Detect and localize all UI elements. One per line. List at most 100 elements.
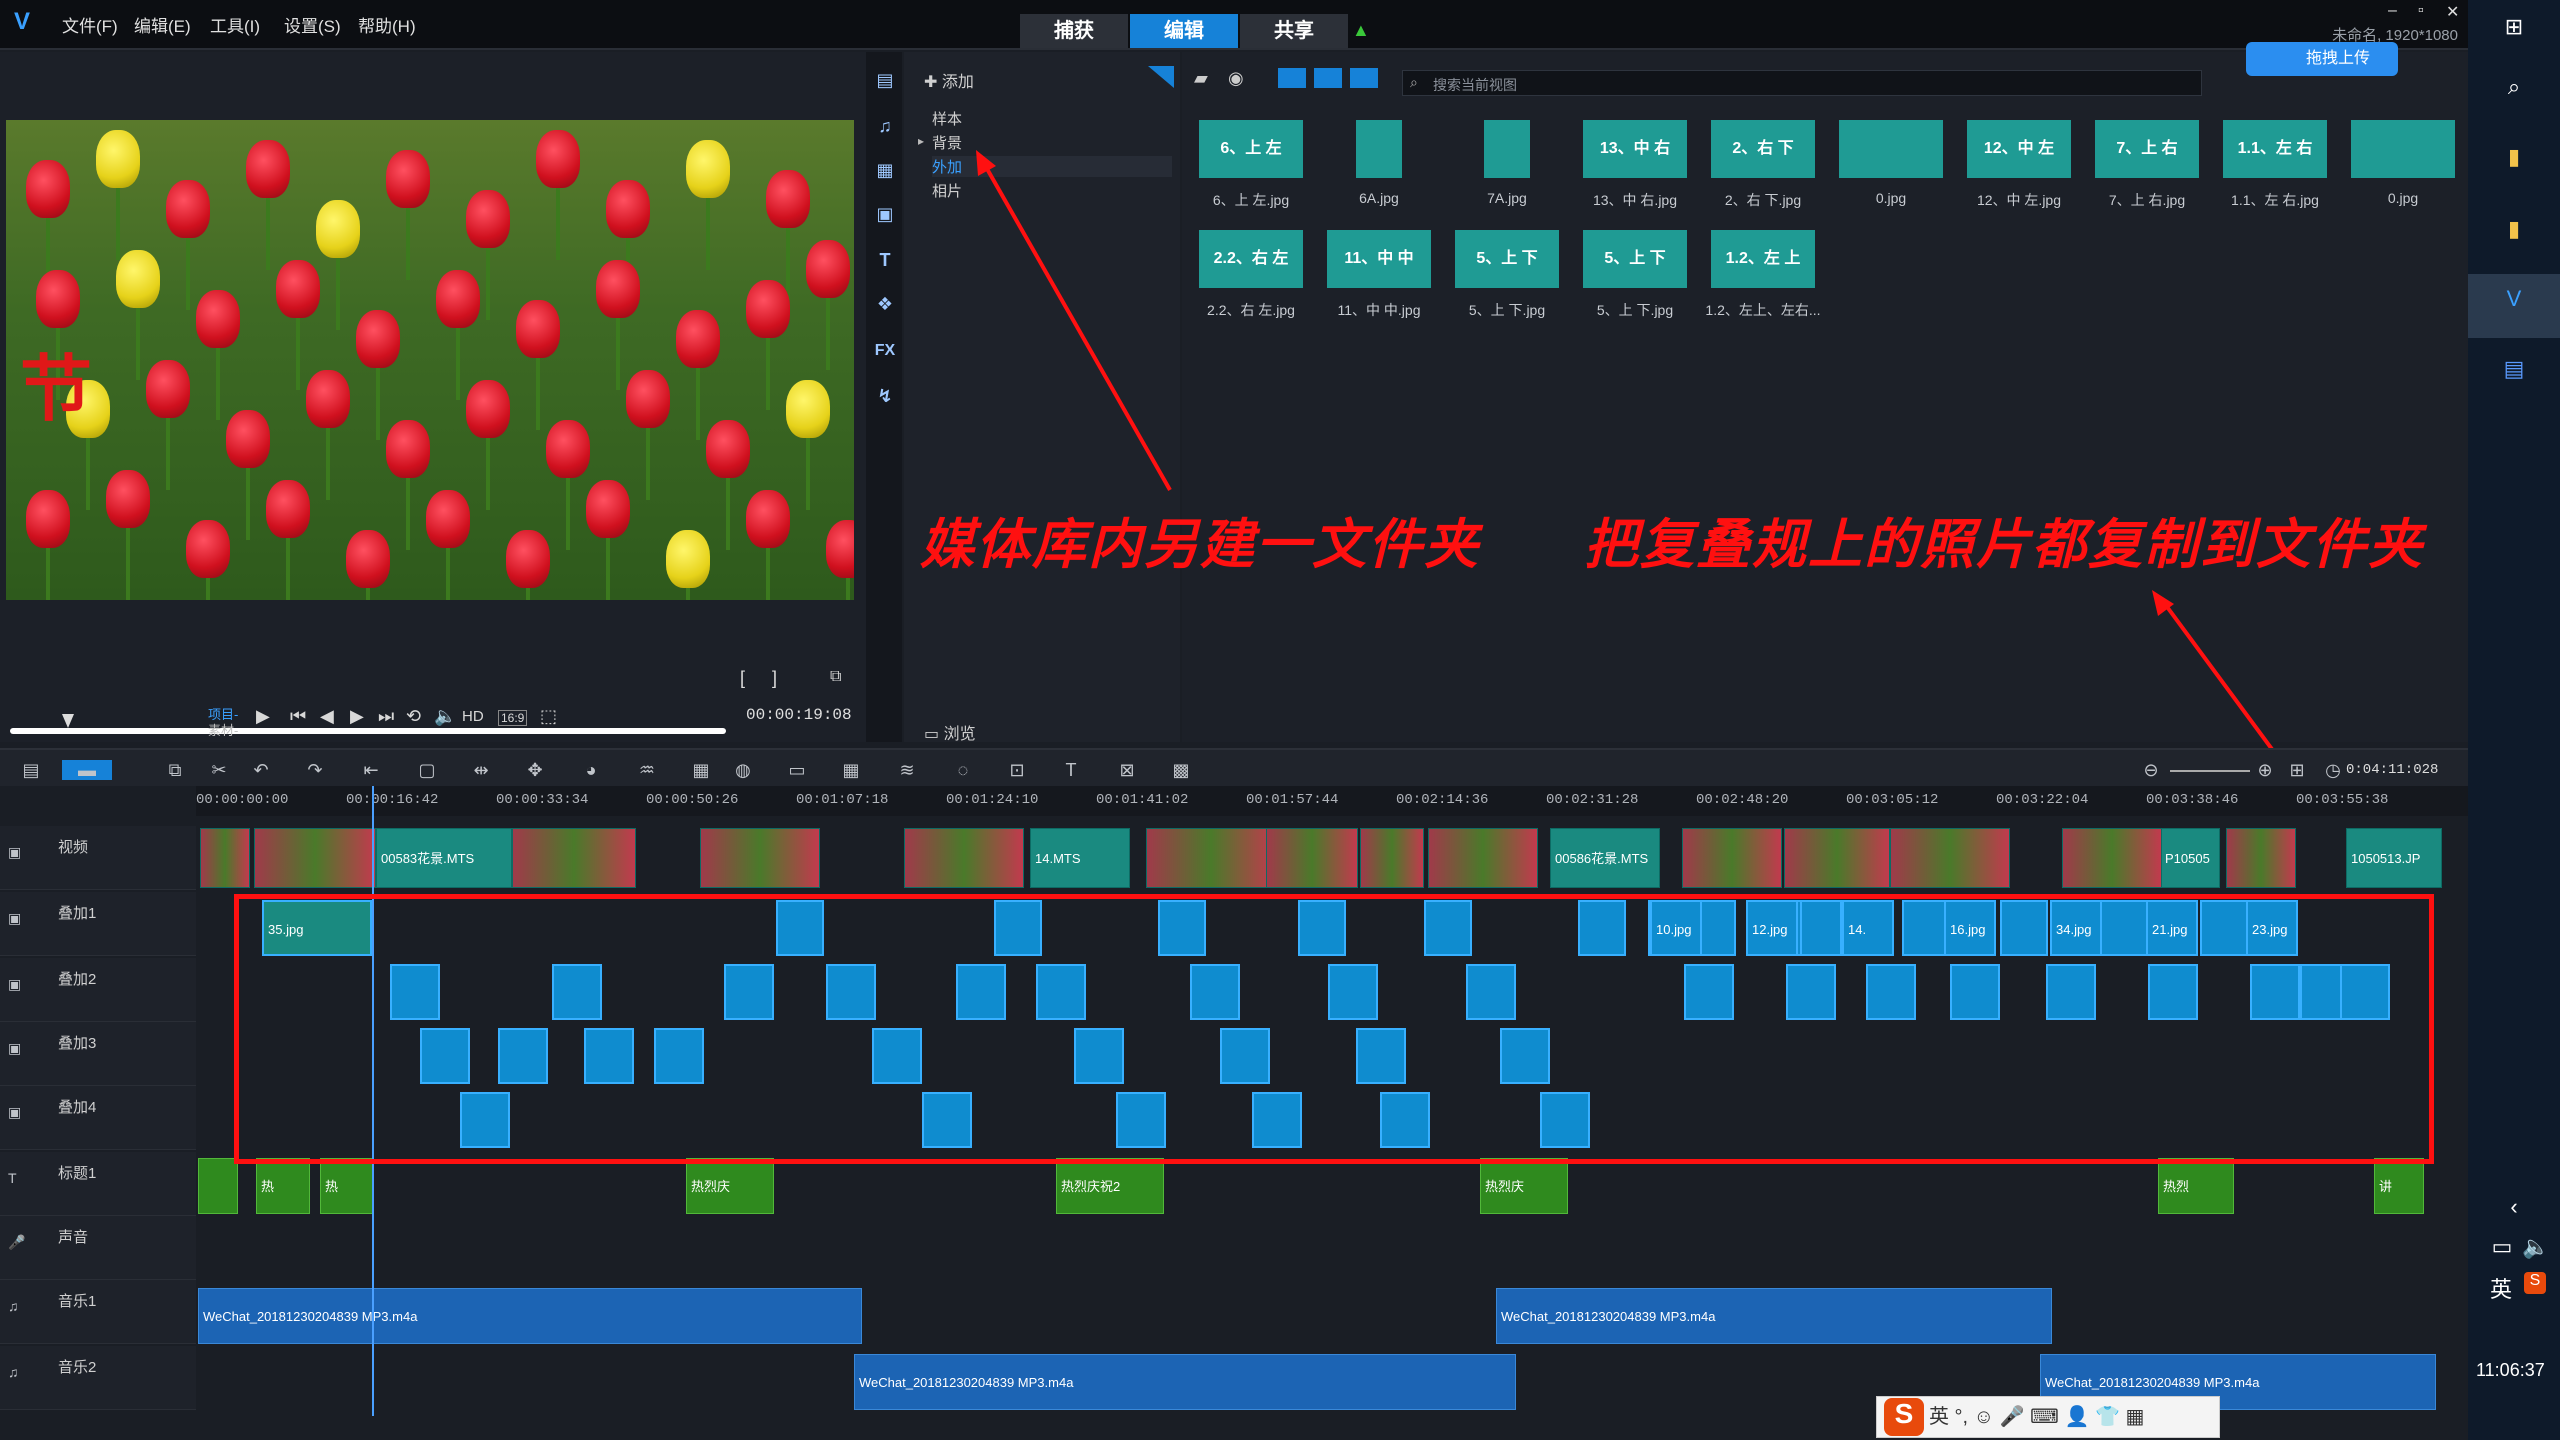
sogou-tray-icon[interactable]: S [2524,1272,2546,1294]
overlay-highlight-box [234,894,2434,1164]
text-effect-icon[interactable]: T [1060,760,1082,780]
audio-clip[interactable]: WeChat_20181230204839 MP3.m4a [198,1288,862,1344]
timeline-toolbar: ▤ ▬ ⧉ ✂ ↶ ↷ ⇤ ▢ ⇹ ✥ ◕ ♒ ▦ ◍ ▭ ▦ ≋ ◌ ⊡ T … [0,748,2468,786]
track-header-music2: ♫ 音乐2 [0,1346,196,1410]
motion-icon[interactable]: ✥ [524,760,546,780]
split-screen-icon[interactable]: ▦ [840,760,862,780]
storyboard-view-icon[interactable]: ▤ [20,760,42,780]
smart-package-icon[interactable]: ▩ [1170,760,1192,780]
video-editor-app-icon[interactable]: V [2498,286,2530,318]
video-thumbnail-clip[interactable] [2062,828,2162,888]
video-thumbnail-clip[interactable] [1266,828,1358,888]
title-clip[interactable] [198,1158,238,1214]
ruler-tick: 00:02:31:28 [1546,792,1639,808]
screen-record-icon[interactable]: ⊠ [1116,760,1138,780]
windows-start-icon[interactable]: ⊞ [2498,14,2530,46]
ruler-tick: 00:01:41:02 [1096,792,1189,808]
ruler-tick: 00:01:24:10 [946,792,1039,808]
title-clip[interactable]: 热烈庆祝2 [1056,1158,1164,1214]
network-icon[interactable]: ▭ [2486,1234,2518,1266]
ruler-tick: 00:03:38:46 [2146,792,2239,808]
music-track-icon: ♫ [8,1298,19,1314]
title-clip[interactable]: 热 [320,1158,374,1214]
tools-icon[interactable]: ✂ [208,760,230,780]
overlay-track-icon: ▣ [8,1104,22,1120]
video-clip[interactable]: 00586花景.MTS [1550,828,1660,888]
folder-app-icon[interactable]: ▮ [2498,216,2530,248]
track-name-overlay2: 叠加2 [58,971,97,988]
video-thumbnail-clip[interactable] [200,828,250,888]
color-icon[interactable]: ◕ [580,760,602,780]
zoom-in-icon[interactable]: ⊕ [2254,760,2276,780]
video-thumbnail-clip[interactable] [1360,828,1424,888]
video-thumbnail-clip[interactable] [2226,828,2296,888]
track-header-overlay4: ▣ 叠加4 [0,1086,196,1150]
video-track-icon: ▣ [8,844,22,860]
video-thumbnail-clip[interactable] [1890,828,2010,888]
video-thumbnail-clip[interactable] [1682,828,1782,888]
speaker-icon[interactable]: 🔈 [2520,1234,2552,1266]
arrow-to-folder [980,159,1172,491]
ruler-tick: 00:03:22:04 [1996,792,2089,808]
redo-icon[interactable]: ↷ [304,760,326,780]
ruler-tick: 00:00:33:34 [496,792,589,808]
video-thumbnail-clip[interactable] [1428,828,1538,888]
zoom-out-icon[interactable]: ⊖ [2140,760,2162,780]
trim-icon[interactable]: ⇤ [360,760,382,780]
audio-clip[interactable]: WeChat_20181230204839 MP3.m4a [1496,1288,2052,1344]
title-clip[interactable]: 热烈庆 [686,1158,774,1214]
video-clip[interactable]: 1050513.JP [2346,828,2442,888]
fit-icon[interactable]: ⊡ [1006,760,1028,780]
record-capture-icon[interactable]: ▢ [416,760,438,780]
overlay-track-icon: ▣ [8,1040,22,1056]
video-thumbnail-clip[interactable] [1784,828,1890,888]
track-manager-icon[interactable]: ⧉ [164,760,186,780]
overlay-track-icon: ▣ [8,976,22,992]
video-thumbnail-clip[interactable] [512,828,636,888]
auto-music-icon[interactable]: ≋ [896,760,918,780]
search-icon[interactable]: ⌕ [2498,74,2530,106]
track-name-title1: 标题1 [58,1165,97,1182]
track-header-overlay2: ▣ 叠加2 [0,958,196,1022]
word-app-icon[interactable]: ▤ [2498,356,2530,388]
ruler-tick: 00:03:55:38 [2296,792,2389,808]
audio-clip[interactable]: WeChat_20181230204839 MP3.m4a [854,1354,1516,1410]
ime-language[interactable]: 英 [2490,1272,2512,1304]
music-track-icon: ♫ [8,1364,19,1380]
audio-mixer-icon[interactable]: ♒ [636,760,658,780]
tray-expand-icon[interactable]: ‹ [2498,1194,2530,1226]
fit-project-icon[interactable]: ⊞ [2286,760,2308,780]
track-header-video: ▣ 视频 [0,826,196,890]
zoom-slider[interactable] [2170,770,2250,772]
title-clip[interactable]: 热 [256,1158,310,1214]
title-clip[interactable]: 讲 [2374,1158,2424,1214]
track-header-voice: 🎤 声音 [0,1216,196,1280]
split-icon[interactable]: ⇹ [470,760,492,780]
video-thumbnail-clip[interactable] [904,828,1024,888]
video-clip[interactable]: 14.MTS [1030,828,1130,888]
motion-track-icon[interactable]: ◌ [952,760,974,780]
video-thumbnail-clip[interactable] [254,828,376,888]
track-header-music1: ♫ 音乐1 [0,1280,196,1344]
undo-icon[interactable]: ↶ [250,760,272,780]
track-name-voice: 声音 [58,1229,89,1246]
track-name-overlay1: 叠加1 [58,905,97,922]
ruler-tick: 00:02:48:20 [1696,792,1789,808]
title-clip[interactable]: 热烈 [2158,1158,2234,1214]
video-clip[interactable]: 00583花景.MTS [376,828,512,888]
timeline-view-icon[interactable]: ▬ [62,760,112,780]
mask-icon[interactable]: ◍ [732,760,754,780]
title-track-icon: T [8,1170,17,1186]
multicam-icon[interactable]: ▦ [690,760,712,780]
subtitle-icon[interactable]: ▭ [786,760,808,780]
video-thumbnail-clip[interactable] [1146,828,1276,888]
folder-app-icon[interactable]: ▮ [2498,144,2530,176]
arrow-head-folder [976,150,996,176]
ruler-tick: 00:01:07:18 [796,792,889,808]
ime-toolbar[interactable]: 英 °, ☺ 🎤 ⌨ 👤 👕 ▦ [1876,1396,2220,1438]
video-thumbnail-clip[interactable] [700,828,820,888]
video-clip[interactable]: P10505 [2160,828,2220,888]
timeline-ruler[interactable]: 00:00:00:00 00:00:16:42 00:00:33:34 00:00:5… [196,786,2468,816]
title-clip[interactable]: 热烈庆 [1480,1158,1568,1214]
clock-icon: ◷ [2325,760,2341,780]
